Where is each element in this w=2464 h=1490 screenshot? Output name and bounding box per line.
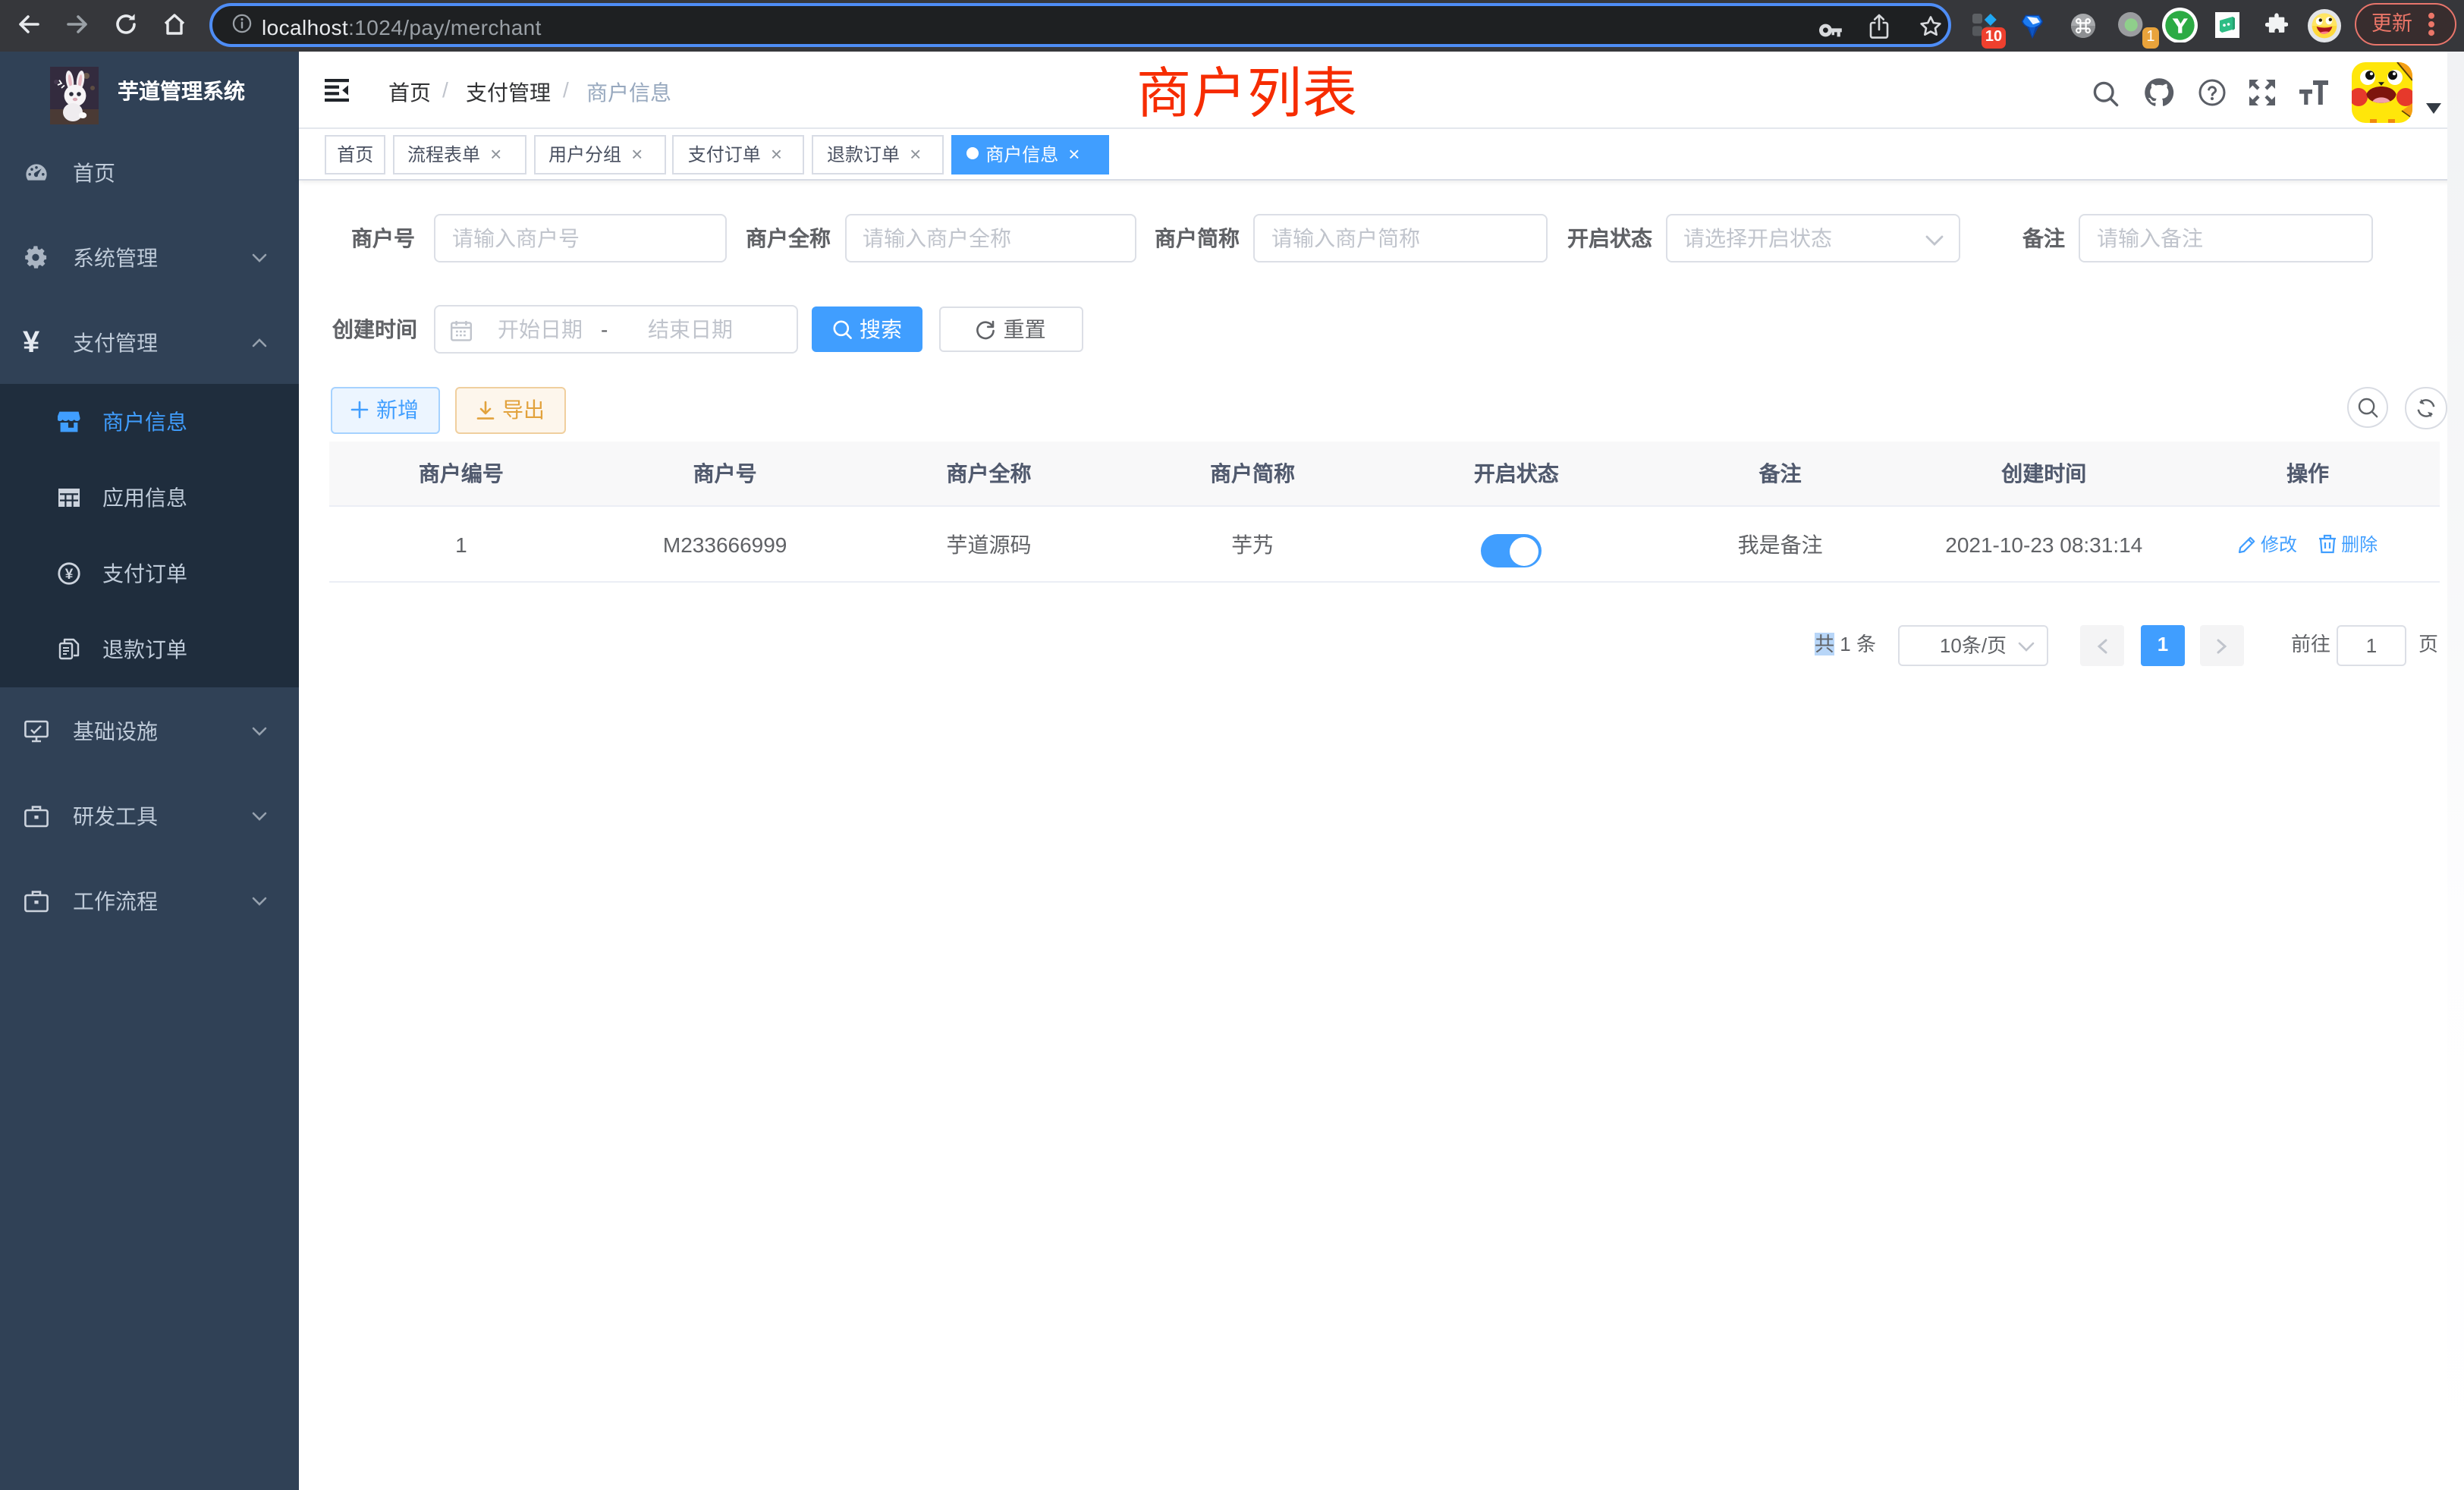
svg-text:¥: ¥: [65, 567, 74, 583]
